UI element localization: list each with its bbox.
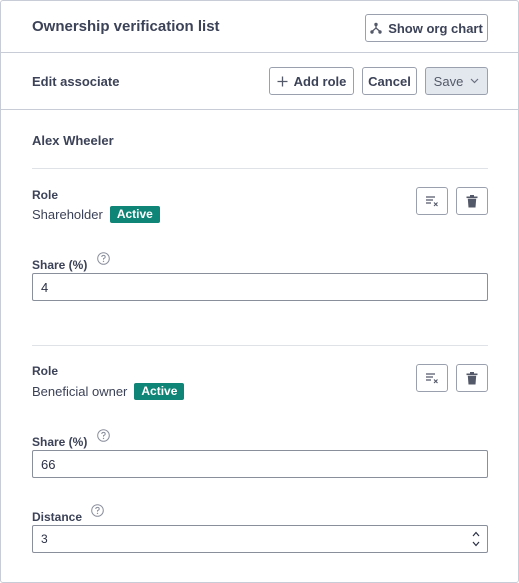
distance-input[interactable]: 3: [32, 525, 488, 553]
cancel-label: Cancel: [368, 73, 411, 89]
role-label: Role: [32, 188, 59, 202]
stepper-arrows-icon[interactable]: [471, 529, 481, 549]
distance-input-value: 3: [41, 532, 48, 546]
plus-icon: [277, 76, 288, 87]
role-value: Beneficial owner Active: [32, 383, 185, 400]
clear-role-button[interactable]: [416, 364, 448, 392]
delete-role-button[interactable]: [456, 187, 488, 215]
share-input[interactable]: 4: [32, 273, 488, 301]
chevron-down-icon: [470, 78, 479, 84]
share-input[interactable]: 66: [32, 450, 488, 478]
save-label: Save: [433, 73, 464, 89]
distance-label-text: Distance: [32, 510, 83, 524]
share-label-text: Share (%): [32, 258, 88, 272]
clear-filter-icon: [425, 195, 439, 207]
status-badge: Active: [134, 383, 185, 400]
role-name: Beneficial owner: [32, 384, 128, 399]
panel-header: Ownership verification list Show org cha…: [1, 1, 518, 53]
trash-icon: [466, 371, 478, 385]
role-value: Shareholder Active: [32, 206, 160, 223]
role-label: Role: [32, 364, 59, 378]
delete-role-button[interactable]: [456, 364, 488, 392]
trash-icon: [466, 194, 478, 208]
edit-associate-panel: Ownership verification list Show org cha…: [0, 0, 519, 583]
cancel-button[interactable]: Cancel: [362, 67, 417, 95]
share-label: Share (%): [32, 429, 110, 449]
role-name: Shareholder: [32, 207, 103, 222]
add-role-label: Add role: [293, 73, 347, 89]
share-input-value: 66: [41, 456, 56, 472]
share-label-text: Share (%): [32, 435, 88, 449]
clear-role-button[interactable]: [416, 187, 448, 215]
divider: [32, 168, 488, 169]
org-chart-icon: [370, 22, 382, 34]
share-input-value: 4: [41, 279, 49, 295]
associate-name: Alex Wheeler: [32, 133, 114, 148]
show-org-chart-label: Show org chart: [388, 20, 483, 36]
status-badge: Active: [109, 206, 160, 223]
help-circle-icon[interactable]: [96, 252, 110, 265]
divider: [32, 345, 488, 346]
show-org-chart-button[interactable]: Show org chart: [365, 14, 488, 42]
page-title: Ownership verification list: [32, 18, 220, 35]
save-button[interactable]: Save: [425, 67, 488, 95]
help-circle-icon[interactable]: [96, 429, 110, 442]
share-label: Share (%): [32, 252, 110, 272]
add-role-button[interactable]: Add role: [269, 67, 354, 95]
help-circle-icon[interactable]: [91, 504, 105, 517]
edit-associate-toolbar: Edit associate Add role Cancel Save: [1, 53, 518, 110]
distance-label: Distance: [32, 504, 105, 524]
clear-filter-icon: [425, 372, 439, 384]
section-title: Edit associate: [32, 74, 120, 89]
